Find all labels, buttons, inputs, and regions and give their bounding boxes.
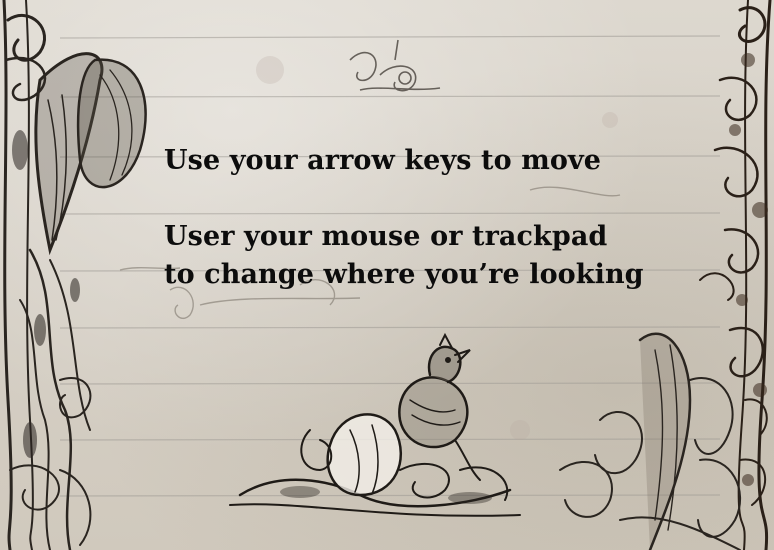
look-instruction-line-1: User your mouse or trackpad xyxy=(164,221,608,252)
instruction-spacer xyxy=(164,180,724,218)
game-scene[interactable]: Use your arrow keys to move User your mo… xyxy=(0,0,774,550)
controls-instructions: Use your arrow keys to move User your mo… xyxy=(164,142,724,294)
move-instruction: Use your arrow keys to move xyxy=(164,145,602,176)
look-instruction-line-2: to change where you’re looking xyxy=(164,259,644,290)
